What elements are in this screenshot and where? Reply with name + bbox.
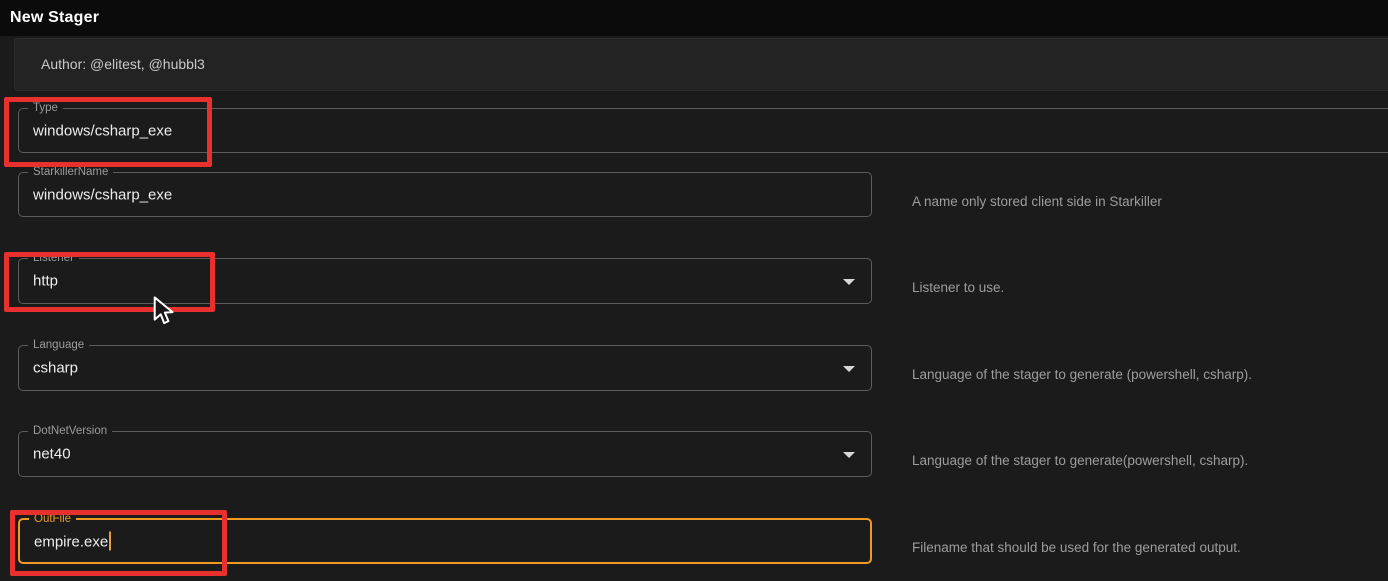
outfile-input-field[interactable]: OutFile empire.exe	[18, 518, 872, 564]
outfile-field-label: OutFile	[29, 512, 76, 527]
outfile-field-value: empire.exe	[34, 534, 108, 551]
starkillername-field-label: StarkillerName	[28, 165, 113, 180]
author-panel: Author: @elitest, @hubbl3	[14, 38, 1388, 91]
text-caret	[109, 532, 111, 551]
dotnetversion-description: Language of the stager to generate(power…	[912, 452, 1248, 470]
starkillername-input-field[interactable]: StarkillerName windows/csharp_exe	[18, 172, 872, 217]
listener-field-label: Listener	[28, 251, 79, 266]
chevron-down-icon[interactable]	[843, 279, 855, 285]
outfile-description: Filename that should be used for the gen…	[912, 539, 1241, 557]
dotnetversion-field-label: DotNetVersion	[28, 424, 112, 439]
listener-select-field[interactable]: Listener http	[18, 258, 872, 304]
language-field-value: csharp	[33, 360, 78, 377]
starkillername-description: A name only stored client side in Starki…	[912, 193, 1162, 211]
language-select-field[interactable]: Language csharp	[18, 345, 872, 391]
starkillername-field-value: windows/csharp_exe	[33, 186, 172, 203]
page-title: New Stager	[10, 9, 99, 27]
type-field-label: Type	[28, 101, 63, 116]
author-text: Author: @elitest, @hubbl3	[41, 39, 205, 90]
header-bar: New Stager	[0, 0, 1388, 36]
dotnetversion-field-value: net40	[33, 446, 71, 463]
listener-description: Listener to use.	[912, 279, 1004, 297]
mouse-cursor	[153, 296, 175, 326]
listener-field-value: http	[33, 273, 58, 290]
chevron-down-icon[interactable]	[843, 452, 855, 458]
language-description: Language of the stager to generate (powe…	[912, 366, 1252, 384]
chevron-down-icon[interactable]	[843, 366, 855, 372]
type-field-value: windows/csharp_exe	[33, 122, 172, 139]
type-select-field[interactable]: Type windows/csharp_exe	[18, 108, 1388, 153]
language-field-label: Language	[28, 338, 89, 353]
dotnetversion-select-field[interactable]: DotNetVersion net40	[18, 431, 872, 477]
